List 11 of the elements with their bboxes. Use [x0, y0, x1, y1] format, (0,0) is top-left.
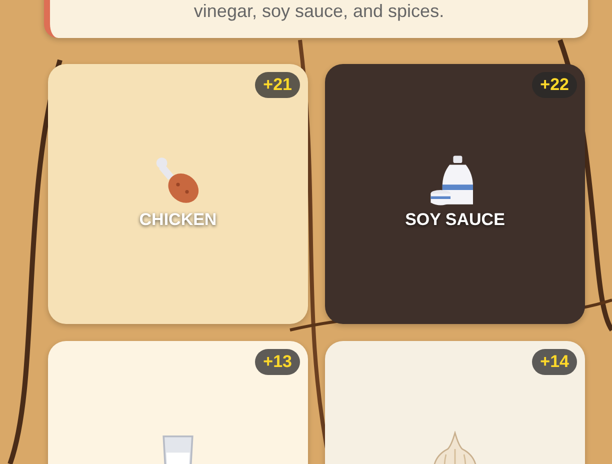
points-badge: +13: [255, 349, 300, 375]
ingredient-card[interactable]: +14: [325, 341, 585, 464]
description-text: vinegar, soy sauce, and spices.: [194, 1, 444, 22]
ingredient-label: SOY SAUCE: [405, 210, 505, 230]
points-badge: +21: [255, 72, 300, 98]
points-badge: +14: [532, 349, 577, 375]
points-badge: +22: [532, 72, 577, 98]
ingredient-card[interactable]: +22 SOY SAUCE: [325, 64, 585, 324]
ingredient-card[interactable]: +21 CHICKEN: [48, 64, 308, 324]
ingredient-label: CHICKEN: [139, 210, 217, 230]
ingredient-card[interactable]: +13: [48, 341, 308, 464]
